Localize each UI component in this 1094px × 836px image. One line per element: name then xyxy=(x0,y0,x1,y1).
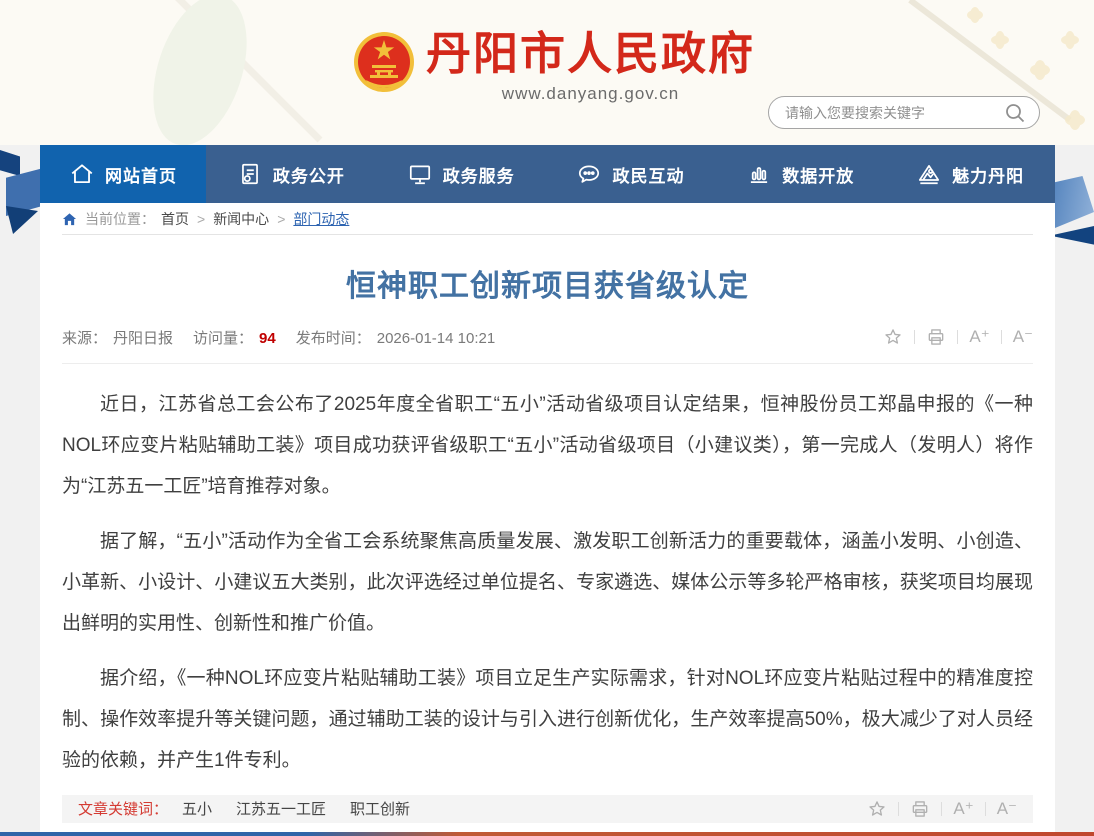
ribbon-decoration-right-fold xyxy=(1050,226,1094,256)
source-value: 丹阳日报 xyxy=(113,330,173,347)
breadcrumb-item-home[interactable]: 首页 xyxy=(161,209,189,229)
toolbar-divider xyxy=(914,330,915,344)
keyword-tag[interactable]: 江苏五一工匠 xyxy=(236,798,326,819)
nav-item-gov-info[interactable]: 政务公开 xyxy=(206,145,376,203)
article-paragraph: 近日，江苏省总工会公布了2025年度全省职工“五小”活动省级项目认定结果，恒神股… xyxy=(62,384,1033,507)
site-logo[interactable]: 丹阳市人民政府 www.danyang.gov.cn xyxy=(352,26,755,104)
search-icon[interactable] xyxy=(1003,101,1027,125)
printer-icon xyxy=(910,799,930,819)
nav-item-gov-services[interactable]: 政务服务 xyxy=(376,145,546,203)
article-toolbar: A⁺ A⁻ xyxy=(883,327,1033,347)
favorite-button[interactable] xyxy=(867,799,887,819)
font-larger-button[interactable]: A⁺ xyxy=(969,327,989,347)
article-meta-row: 来源： 丹阳日报 访问量： 94 发布时间： 2026-01-14 10:21 A⁺ xyxy=(62,327,1033,364)
star-icon xyxy=(867,799,887,819)
home-icon xyxy=(62,212,77,226)
article-paragraph: 据介绍，《一种NOL环应变片粘贴辅助工装》项目立足生产实际需求，针对NOL环应变… xyxy=(62,658,1033,781)
article-toolbar-bottom: A⁺ A⁻ xyxy=(867,799,1017,819)
nav-item-label: 政务公开 xyxy=(273,162,345,187)
footer-top-border xyxy=(0,832,1094,836)
national-emblem-icon xyxy=(352,30,416,94)
breadcrumb-separator: > xyxy=(277,211,285,227)
keywords-row: 文章关键词： 五小 江苏五一工匠 职工创新 A⁺ A xyxy=(62,795,1033,823)
printer-icon xyxy=(926,327,946,347)
font-smaller-button[interactable]: A⁻ xyxy=(997,799,1017,819)
print-button[interactable] xyxy=(910,799,930,819)
toolbar-divider xyxy=(985,802,986,816)
source-label: 来源： xyxy=(62,330,107,347)
home-icon xyxy=(69,161,95,187)
print-button[interactable] xyxy=(926,327,946,347)
toolbar-divider xyxy=(941,802,942,816)
nav-item-home[interactable]: 网站首页 xyxy=(40,145,206,203)
main-nav: 网站首页 政务公开 政务服务 政民互动 数据开放 xyxy=(40,145,1055,203)
keyword-tag[interactable]: 五小 xyxy=(182,798,212,819)
article-title: 恒神职工创新项目获省级认定 xyxy=(62,261,1033,305)
breadcrumb-item-department-news[interactable]: 部门动态 xyxy=(293,209,349,229)
chat-icon xyxy=(576,161,602,187)
keyword-tag[interactable]: 职工创新 xyxy=(350,798,410,819)
star-icon xyxy=(883,327,903,347)
breadcrumb: 当前位置： 首页 > 新闻中心 > 部门动态 xyxy=(62,203,1033,234)
article-body: 近日，江苏省总工会公布了2025年度全省职工“五小”活动省级项目认定结果，恒神股… xyxy=(62,384,1033,795)
bar-chart-icon xyxy=(746,161,772,187)
document-icon xyxy=(237,161,263,187)
breadcrumb-divider xyxy=(62,234,1033,235)
article-paragraph: 据了解，“五小”活动作为全省工会系统聚焦高质量发展、激发职工创新活力的重要载体，… xyxy=(62,521,1033,644)
views-value: 94 xyxy=(259,330,276,347)
toolbar-divider xyxy=(1001,330,1002,344)
breadcrumb-label: 当前位置： xyxy=(85,209,155,229)
toolbar-divider xyxy=(957,330,958,344)
search-input[interactable] xyxy=(785,105,1003,121)
search-box[interactable] xyxy=(768,96,1040,129)
nav-item-charm-danyang[interactable]: 魅力丹阳 xyxy=(885,145,1055,203)
nav-item-label: 数据开放 xyxy=(782,162,854,187)
breadcrumb-item-news-center[interactable]: 新闻中心 xyxy=(213,209,269,229)
nav-item-label: 魅力丹阳 xyxy=(952,162,1024,187)
font-larger-button[interactable]: A⁺ xyxy=(953,799,973,819)
scenery-icon xyxy=(916,161,942,187)
breadcrumb-separator: > xyxy=(197,211,205,227)
nav-item-label: 网站首页 xyxy=(105,162,177,187)
views-label: 访问量： xyxy=(193,330,253,347)
site-header: 丹阳市人民政府 www.danyang.gov.cn xyxy=(0,0,1094,145)
toolbar-divider xyxy=(898,802,899,816)
nav-item-interaction[interactable]: 政民互动 xyxy=(546,145,716,203)
nav-item-label: 政务服务 xyxy=(443,162,515,187)
publish-time-label: 发布时间： xyxy=(296,330,371,347)
site-url: www.danyang.gov.cn xyxy=(502,84,679,104)
monitor-icon xyxy=(407,161,433,187)
ribbon-decoration-left-fold xyxy=(6,206,38,234)
page: 丹阳市人民政府 www.danyang.gov.cn 网站首页 xyxy=(0,0,1094,836)
keywords-label: 文章关键词： xyxy=(78,798,168,819)
nav-item-label: 政民互动 xyxy=(612,162,684,187)
content-card: 当前位置： 首页 > 新闻中心 > 部门动态 恒神职工创新项目获省级认定 来源：… xyxy=(40,203,1055,836)
article-meta: 来源： 丹阳日报 访问量： 94 发布时间： 2026-01-14 10:21 xyxy=(62,327,515,348)
publish-time-value: 2026-01-14 10:21 xyxy=(377,330,495,347)
nav-item-open-data[interactable]: 数据开放 xyxy=(715,145,885,203)
ribbon-decoration-left-top xyxy=(0,150,20,176)
font-smaller-button[interactable]: A⁻ xyxy=(1013,327,1033,347)
favorite-button[interactable] xyxy=(883,327,903,347)
floral-decoration-left xyxy=(110,0,330,150)
site-title: 丹阳市人民政府 xyxy=(426,26,755,82)
